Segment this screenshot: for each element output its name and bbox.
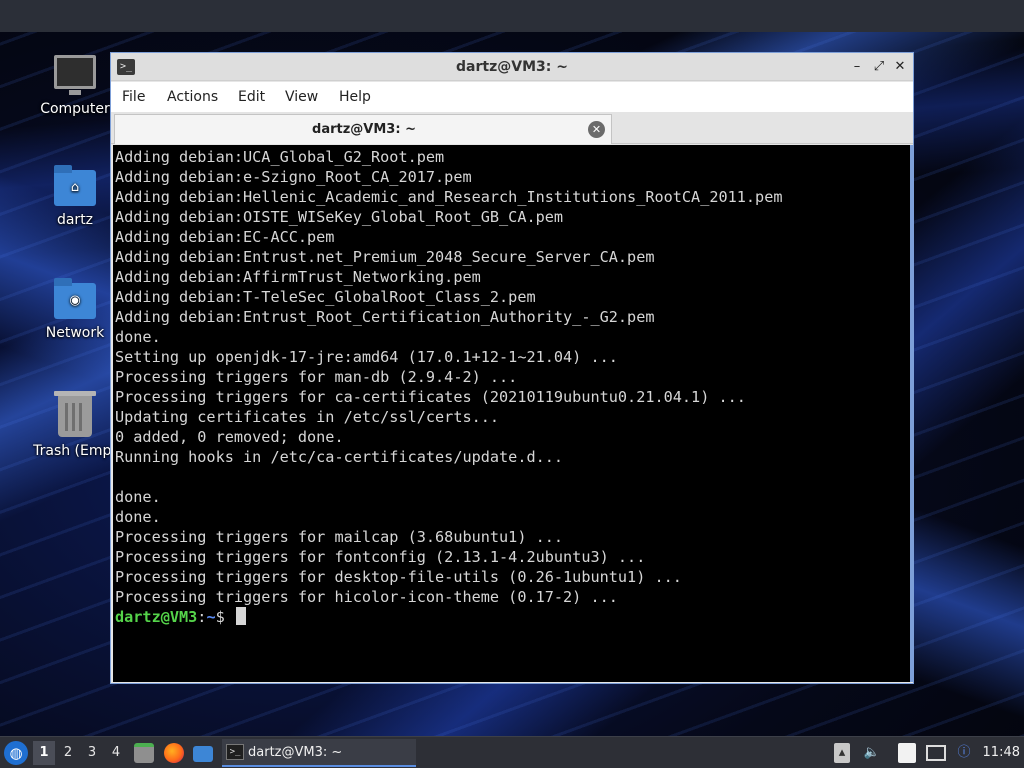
terminal-line: Adding debian:OISTE_WISeKey_Global_Root_… [115,208,564,226]
terminal-line: done. [115,488,161,506]
terminal-line: Running hooks in /etc/ca-certificates/up… [115,448,564,466]
menubar: File Actions Edit View Help [111,82,913,112]
terminal-line: done. [115,328,161,346]
terminal-scrollbar[interactable] [910,145,913,682]
home-folder-icon: ⌂ [54,165,96,206]
terminal-line: Adding debian:Entrust_Root_Certification… [115,308,655,326]
workspace-4[interactable]: 4 [105,741,127,765]
terminal-line: Processing triggers for ca-certificates … [115,388,746,406]
show-desktop-icon[interactable] [193,746,213,762]
desktop-icon-network[interactable]: ◉ Network [30,278,120,341]
trash-icon [54,391,96,437]
terminal-prompt-line[interactable]: dartz@VM3:~$ [115,607,911,627]
tab-close-icon[interactable]: ✕ [588,121,605,138]
taskbar: ◍ 1 2 3 4 >_ dartz@VM3: ~ ▴ 🔈 ⓘ 11:48 [0,736,1024,768]
update-notifier-icon[interactable]: ⓘ [954,743,974,763]
terminal-line: Updating certificates in /etc/ssl/certs.… [115,408,500,426]
desktop-icon-home[interactable]: ⌂ dartz [30,165,120,228]
prompt-symbol: $ [215,608,234,626]
network-folder-icon: ◉ [54,278,96,319]
taskbar-task-terminal[interactable]: >_ dartz@VM3: ~ [222,739,416,767]
computer-icon [54,55,96,95]
task-label: dartz@VM3: ~ [248,745,343,760]
terminal-line: Processing triggers for man-db (2.9.4-2)… [115,368,518,386]
terminal-line: Processing triggers for fontconfig (2.13… [115,548,646,566]
start-menu-icon[interactable]: ◍ [4,741,28,765]
menu-file[interactable]: File [122,82,145,112]
menu-help[interactable]: Help [339,82,371,112]
workspace-3[interactable]: 3 [81,741,103,765]
terminal-task-icon: >_ [226,744,244,760]
tab-terminal[interactable]: dartz@VM3: ~ ✕ [114,114,612,144]
network-icon[interactable] [926,745,946,761]
terminal-output[interactable]: Adding debian:UCA_Global_G2_Root.pem Addi… [113,145,911,682]
terminal-line: Setting up openjdk-17-jre:amd64 (17.0.1+… [115,348,618,366]
maximize-icon[interactable]: ⤢ [869,57,889,77]
terminal-line: Adding debian:Hellenic_Academic_and_Rese… [115,188,783,206]
menu-edit[interactable]: Edit [238,82,265,112]
close-icon[interactable]: ✕ [890,57,910,77]
prompt-user: dartz@VM3 [115,608,198,626]
terminal-line: Adding debian:AffirmTrust_Networking.pem [115,268,481,286]
desktop-icon-label: Network [45,325,105,341]
terminal-line: Processing triggers for mailcap (3.68ubu… [115,528,564,546]
terminal-line: Adding debian:Entrust.net_Premium_2048_S… [115,248,655,266]
file-manager-icon[interactable] [134,743,154,763]
tab-bar: dartz@VM3: ~ ✕ [111,112,913,144]
terminal-line: done. [115,508,161,526]
notes-icon[interactable] [898,743,916,763]
terminal-window: >_ dartz@VM3: ~ – ⤢ ✕ File Actions Edit … [110,52,914,684]
terminal-line: 0 added, 0 removed; done. [115,428,344,446]
menu-view[interactable]: View [285,82,318,112]
workspace-2[interactable]: 2 [57,741,79,765]
window-title: dartz@VM3: ~ [456,59,568,75]
top-panel-strip [0,0,1024,32]
desktop-icon-label: Trash (Empt [33,443,117,459]
desktop-icon-label: dartz [56,212,94,228]
desktop-icon-computer[interactable]: Computer [30,55,120,117]
workspace-1[interactable]: 1 [33,741,55,765]
terminal-line: Adding debian:EC-ACC.pem [115,228,335,246]
menu-actions[interactable]: Actions [167,82,218,112]
desktop-icon-label: Computer [40,101,110,117]
clipboard-icon[interactable]: ▴ [834,743,850,763]
minimize-icon[interactable]: – [847,57,867,77]
firefox-icon[interactable] [164,743,184,763]
window-titlebar[interactable]: >_ dartz@VM3: ~ – ⤢ ✕ [111,53,913,81]
terminal-cursor [235,607,246,625]
prompt-path: ~ [206,608,216,626]
desktop-icon-trash[interactable]: Trash (Empt [30,391,120,459]
terminal-line: Adding debian:UCA_Global_G2_Root.pem [115,148,445,166]
taskbar-clock[interactable]: 11:48 [983,737,1020,768]
terminal-line: Processing triggers for desktop-file-uti… [115,568,682,586]
volume-icon[interactable]: 🔈 [862,743,882,763]
tab-label: dartz@VM3: ~ [312,122,416,137]
terminal-line: Adding debian:e-Szigno_Root_CA_2017.pem [115,168,472,186]
terminal-line: Adding debian:T-TeleSec_GlobalRoot_Class… [115,288,536,306]
terminal-line: Processing triggers for hicolor-icon-the… [115,588,618,606]
